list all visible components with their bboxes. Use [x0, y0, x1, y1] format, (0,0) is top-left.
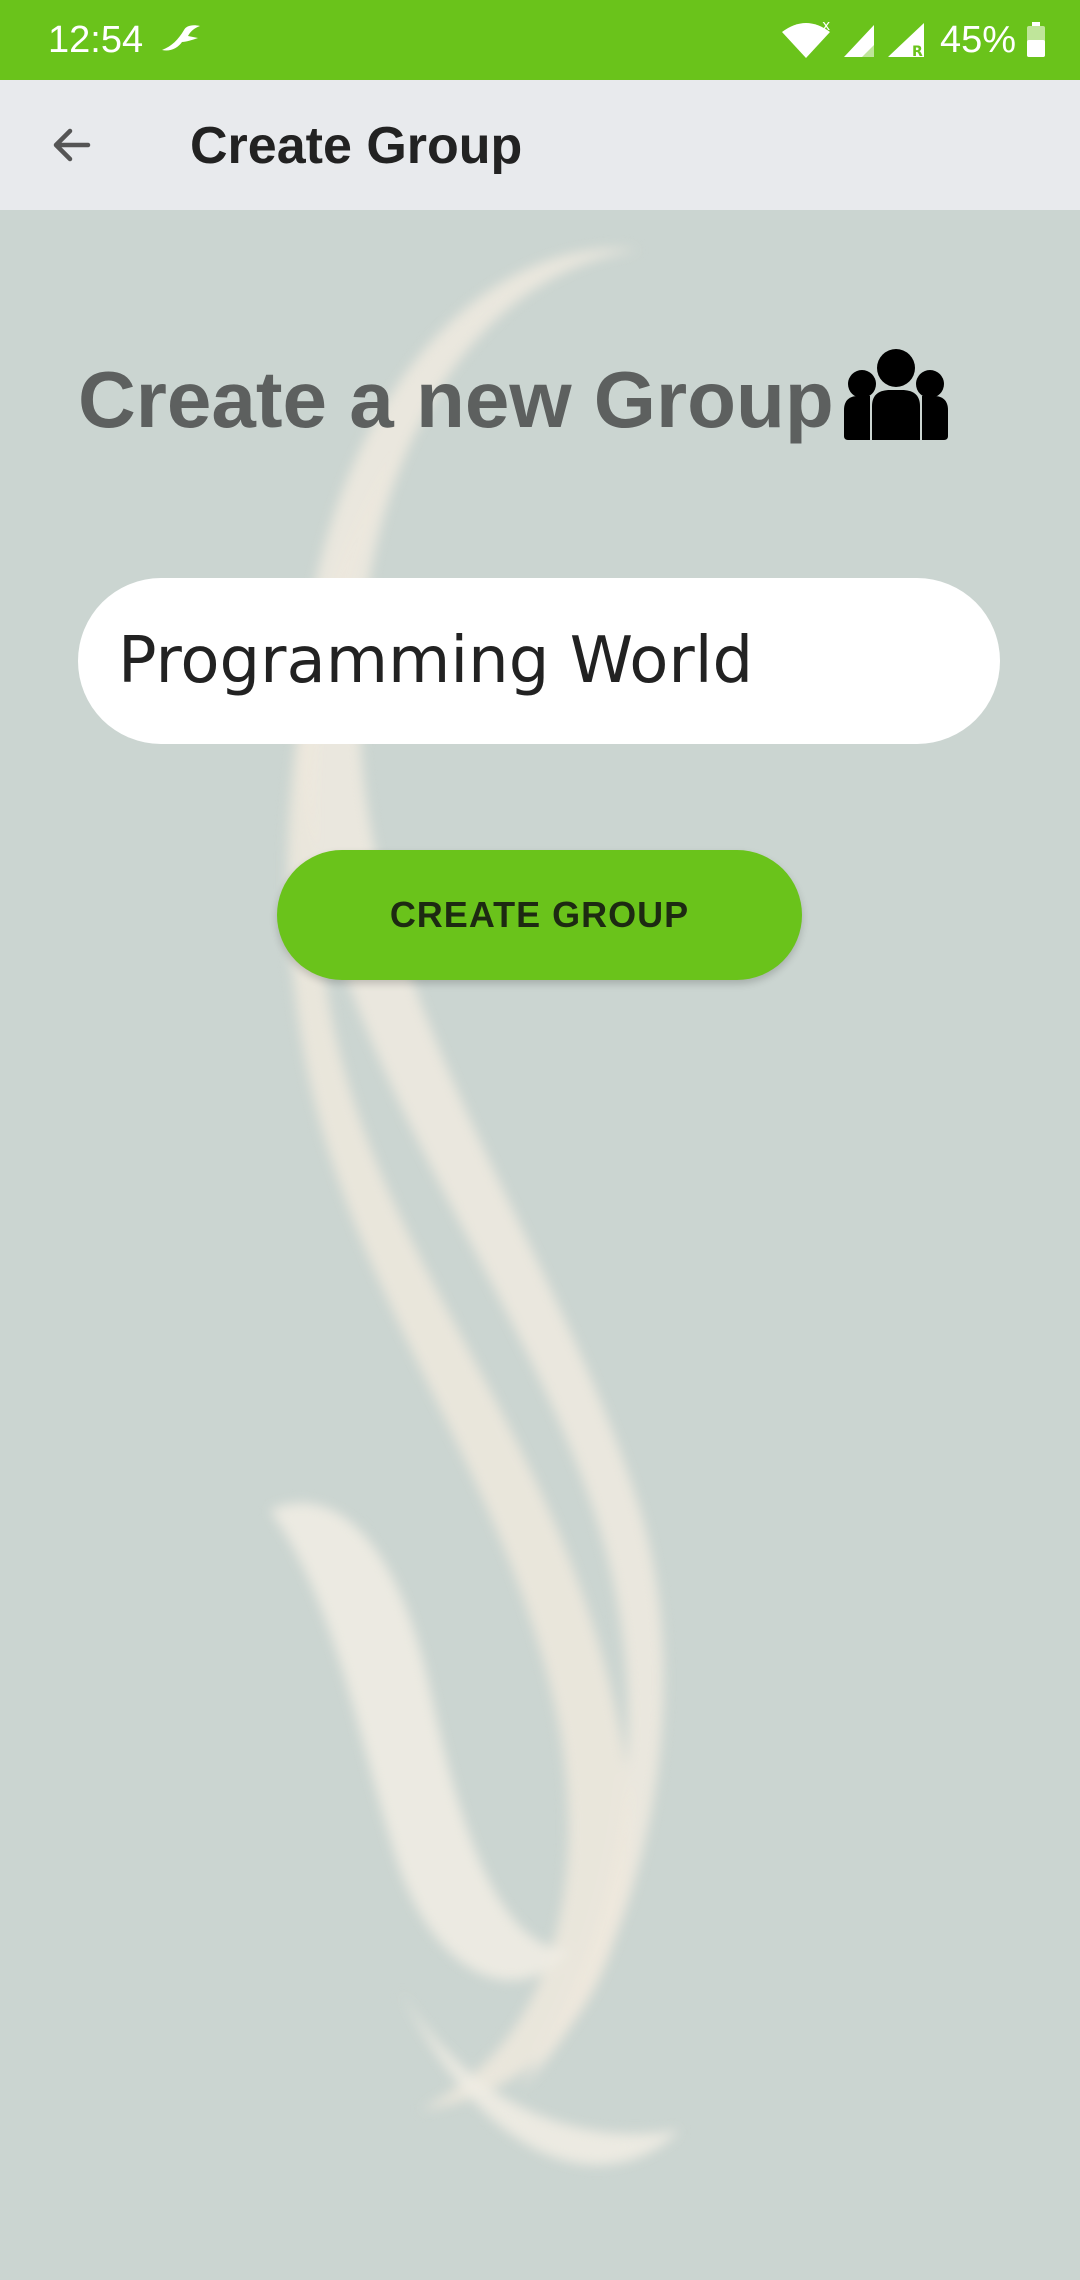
wifi-icon: x	[781, 20, 830, 58]
signal-icon	[843, 25, 874, 57]
roaming-signal-icon: R	[887, 23, 924, 59]
svg-text:R: R	[912, 44, 923, 59]
arrow-left-icon	[53, 128, 91, 162]
app-bar: Create Group	[0, 80, 1080, 210]
svg-text:x: x	[822, 20, 830, 34]
battery-icon	[1027, 22, 1045, 57]
battery-percent: 45%	[939, 18, 1016, 61]
background-swirl-graphic	[270, 248, 680, 2165]
group-name-field[interactable]	[78, 578, 1000, 744]
group-name-input[interactable]	[118, 624, 958, 698]
create-group-screen: 12:54 x R 45% Create Group Create a new …	[0, 0, 1080, 2280]
back-button[interactable]	[40, 113, 104, 177]
page-headline: Create a new Group	[78, 355, 834, 444]
app-bar-title: Create Group	[190, 117, 523, 175]
status-bar: 12:54 x R 45%	[0, 0, 1080, 80]
status-time: 12:54	[48, 19, 144, 61]
group-people-icon	[844, 349, 948, 440]
notification-bird-icon	[162, 25, 200, 51]
status-icons: x R 45%	[770, 14, 1046, 66]
create-group-button[interactable]: CREATE GROUP	[277, 850, 802, 980]
